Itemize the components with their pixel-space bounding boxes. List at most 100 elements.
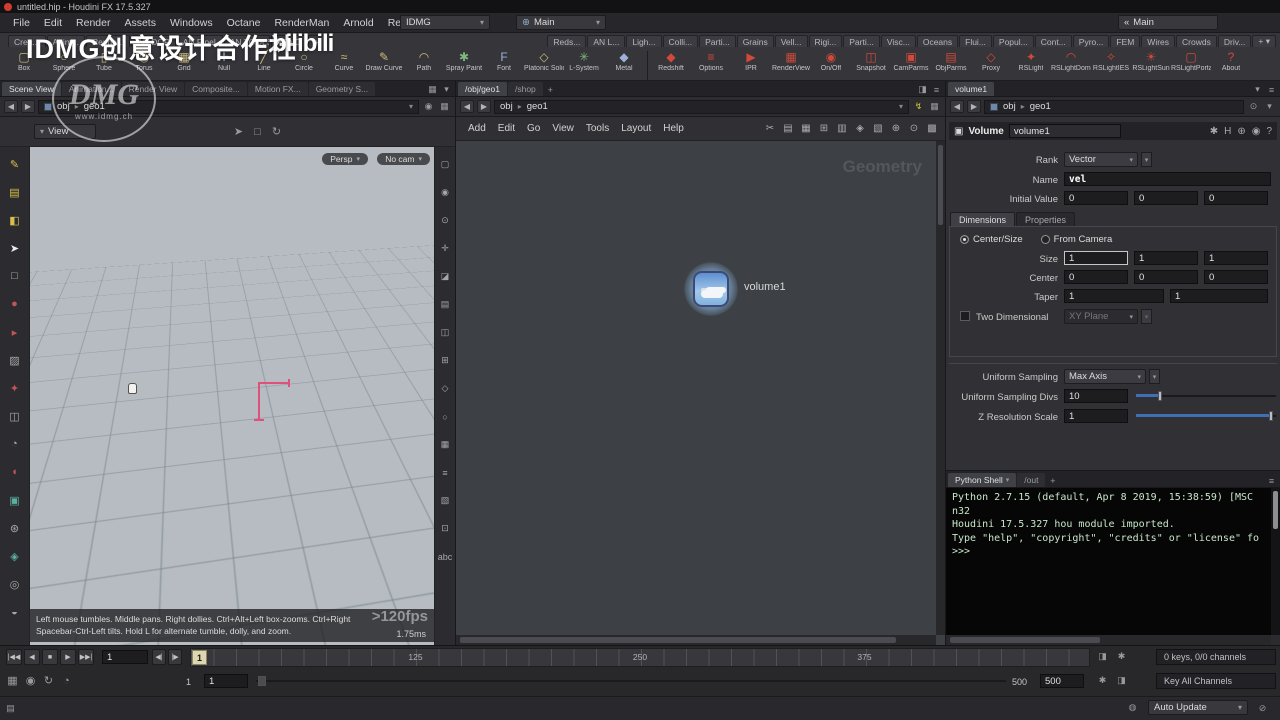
viewport-tool-icon[interactable]: ✎ bbox=[6, 155, 24, 173]
network-toolbar-icon[interactable]: ⊕ bbox=[889, 122, 903, 136]
viewport-tool-icon[interactable]: □ bbox=[6, 267, 24, 285]
playbar-icon[interactable]: ✱ bbox=[1096, 674, 1109, 687]
auto-update-select[interactable]: Auto Update ▾ bbox=[1148, 700, 1248, 715]
shelf-tab[interactable]: Cont... bbox=[1034, 35, 1072, 47]
select-tool-icon[interactable]: ➤ bbox=[232, 125, 245, 138]
shelf-tool[interactable]: ◆ Redshift bbox=[651, 49, 691, 83]
uniform-sampling-select[interactable]: Max Axis ▾ bbox=[1064, 369, 1146, 384]
playbar-icon[interactable]: ◔ bbox=[60, 674, 73, 687]
tab-properties[interactable]: Properties bbox=[1016, 212, 1076, 227]
display-option-icon[interactable]: ◪ bbox=[437, 269, 453, 284]
shelf-tool[interactable]: ≡ Options bbox=[691, 49, 731, 83]
network-menu-item[interactable]: Add bbox=[462, 121, 492, 136]
path-node[interactable]: geo1 bbox=[527, 101, 548, 112]
transport-button[interactable]: ◀ bbox=[24, 649, 40, 665]
size-x-field[interactable]: 1 bbox=[1064, 251, 1128, 265]
search-icon[interactable]: ⊕ bbox=[1237, 126, 1245, 137]
shelf-tool[interactable]: ? About bbox=[1211, 49, 1251, 83]
playbar-icon[interactable]: ◨ bbox=[1115, 674, 1128, 687]
network-toolbar-icon[interactable]: ⊞ bbox=[817, 122, 831, 136]
center-x-field[interactable]: 0 bbox=[1064, 270, 1128, 284]
shelf-tab[interactable]: Visc... bbox=[880, 35, 916, 47]
transport-button[interactable]: ■ bbox=[42, 649, 58, 665]
shelf-tool[interactable]: ◠ RSLightDome bbox=[1051, 49, 1091, 83]
scrollbar-thumb[interactable] bbox=[1273, 491, 1278, 529]
scrollbar-thumb[interactable] bbox=[938, 145, 943, 225]
size-z-field[interactable]: 1 bbox=[1204, 251, 1268, 265]
shelf-tab[interactable]: Pyro... bbox=[1072, 35, 1110, 47]
pane-menu-icon[interactable]: ≡ bbox=[1265, 83, 1278, 96]
viewport-tool-icon[interactable]: ▨ bbox=[6, 351, 24, 369]
add-pane-tab-button[interactable]: + bbox=[544, 83, 557, 96]
pane-tab-out[interactable]: /out bbox=[1017, 473, 1046, 487]
path-root[interactable]: obj bbox=[1003, 101, 1016, 112]
scrollbar-thumb[interactable] bbox=[460, 637, 896, 643]
path-field[interactable]: obj ▸ geo1 bbox=[984, 99, 1244, 114]
viewport-tool-icon[interactable]: ⊛ bbox=[6, 519, 24, 537]
network-toolbar-icon[interactable]: ▥ bbox=[835, 122, 849, 136]
forward-icon[interactable]: ▶ bbox=[477, 100, 491, 113]
network-toolbar-icon[interactable]: ✂ bbox=[763, 122, 777, 136]
transport-button[interactable]: ▶ bbox=[60, 649, 76, 665]
network-menu-item[interactable]: Go bbox=[521, 121, 546, 136]
current-frame-field[interactable]: 1 bbox=[102, 650, 148, 664]
camera-icon[interactable]: ◉ bbox=[422, 100, 435, 113]
shelf-tool[interactable]: ◫ Snapshot bbox=[851, 49, 891, 83]
shelf-tool[interactable]: ☀ RSLightSun bbox=[1131, 49, 1171, 83]
shelf-tool[interactable]: ✧ RSLightIES bbox=[1091, 49, 1131, 83]
shelf-tool[interactable]: ◆ Metal bbox=[604, 49, 644, 83]
plane-select[interactable]: XY Plane ▾ bbox=[1064, 309, 1138, 324]
forward-icon[interactable]: ▶ bbox=[967, 100, 981, 113]
pane-menu-icon[interactable]: ≡ bbox=[1265, 474, 1278, 487]
two-dimensional-checkbox[interactable] bbox=[960, 311, 970, 321]
refresh-icon[interactable]: ↻ bbox=[270, 125, 283, 138]
pane-tab-volume1[interactable]: volume1 bbox=[948, 82, 995, 96]
volume-node[interactable] bbox=[693, 271, 729, 307]
playbar-icon[interactable]: ◉ bbox=[24, 674, 37, 687]
shelf-tab[interactable]: Colli... bbox=[662, 35, 699, 47]
viewport-tool-icon[interactable]: ▣ bbox=[6, 491, 24, 509]
grid-icon[interactable]: ▦ bbox=[438, 100, 451, 113]
pane-tab[interactable]: Composite... bbox=[185, 82, 247, 96]
caret-icon[interactable]: ▾ bbox=[1263, 100, 1276, 113]
transport-button[interactable]: |◀◀ bbox=[6, 649, 22, 665]
camera-pill[interactable]: No cam ▾ bbox=[377, 153, 430, 165]
taper-x-field[interactable]: 1 bbox=[1064, 289, 1164, 303]
display-option-icon[interactable]: ◫ bbox=[437, 325, 453, 340]
network-menu-item[interactable]: Tools bbox=[580, 121, 615, 136]
forward-icon[interactable]: ▶ bbox=[21, 100, 35, 113]
step-back-button[interactable]: ◀| bbox=[152, 649, 166, 665]
display-option-icon[interactable]: ◇ bbox=[437, 381, 453, 396]
houdini-engine-icon[interactable]: H bbox=[1224, 126, 1231, 137]
step-forward-button[interactable]: |▶ bbox=[168, 649, 182, 665]
range-slider[interactable] bbox=[256, 674, 1006, 688]
slider-handle[interactable] bbox=[1158, 391, 1162, 401]
shelf-tab[interactable]: Grains bbox=[736, 35, 774, 47]
playbar-icon[interactable]: ▦ bbox=[6, 674, 19, 687]
path-caret-icon[interactable]: ▾ bbox=[899, 102, 903, 111]
network-toolbar-icon[interactable]: ▧ bbox=[871, 122, 885, 136]
shelf-tab[interactable]: Popul... bbox=[992, 35, 1034, 47]
shelf-tab[interactable]: Crowds bbox=[1176, 35, 1217, 47]
tab-dimensions[interactable]: Dimensions bbox=[950, 212, 1016, 227]
help-icon[interactable]: ? bbox=[1266, 126, 1272, 137]
network-menu-item[interactable]: Help bbox=[657, 121, 690, 136]
viewport-tool-icon[interactable]: ◎ bbox=[6, 575, 24, 593]
shelf-tool[interactable]: ▢ RSLightPortal bbox=[1171, 49, 1211, 83]
back-icon[interactable]: ◀ bbox=[460, 100, 474, 113]
display-option-icon[interactable]: ○ bbox=[437, 409, 453, 424]
pane-tab-python-shell[interactable]: Python Shell ▾ bbox=[948, 473, 1017, 487]
shelf-tab[interactable]: Rigi... bbox=[808, 35, 843, 47]
name-field[interactable]: vel bbox=[1064, 172, 1271, 186]
shelf-tab[interactable]: Vell... bbox=[774, 35, 808, 47]
viewport-tool-icon[interactable]: ▤ bbox=[6, 183, 24, 201]
rank-select[interactable]: Vector ▾ bbox=[1064, 152, 1138, 167]
shelf-tab[interactable]: FEM bbox=[1110, 35, 1141, 47]
shelf-tool[interactable]: ◠ Path bbox=[404, 49, 444, 83]
radio-center-size[interactable]: Center/Size bbox=[960, 234, 1023, 245]
pane-tab[interactable]: Motion FX... bbox=[247, 82, 308, 96]
display-option-icon[interactable]: ▤ bbox=[437, 297, 453, 312]
display-option-icon[interactable]: ⊞ bbox=[437, 353, 453, 368]
pane-split-icon[interactable]: ◨ bbox=[916, 83, 929, 96]
center-z-field[interactable]: 0 bbox=[1204, 270, 1268, 284]
